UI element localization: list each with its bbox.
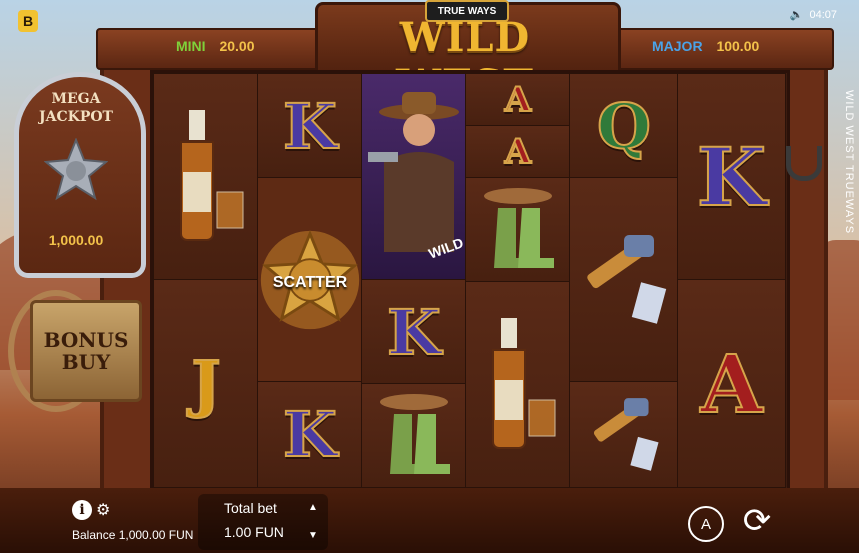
symbol-q: Q [569, 73, 679, 179]
major-value: 100.00 [716, 38, 760, 54]
letter-a: A [504, 79, 532, 121]
letter-q: Q [596, 89, 652, 164]
mini-value: 20.00 [219, 38, 255, 54]
symbol-whiskey [153, 73, 259, 281]
info-icon[interactable]: i [72, 500, 92, 520]
sheriff-star-icon [44, 138, 108, 201]
letter-k: K [282, 89, 338, 164]
letter-k: K [696, 129, 768, 225]
mega-jackpot-value: 1,000.00 [48, 232, 104, 248]
total-bet-value: 1.00 FUN [224, 524, 284, 540]
mini-label: MINI [176, 38, 206, 54]
speaker-icon[interactable]: 🔈 [790, 8, 804, 21]
symbol-k: K [257, 73, 363, 179]
letter-k: K [386, 295, 442, 370]
side-game-title: WILD WEST TRUEWAYS [843, 90, 855, 235]
symbol-k: K [677, 73, 786, 281]
symbol-revolver [569, 177, 679, 383]
symbol-a: A [677, 279, 786, 488]
symbol-j: J [153, 279, 259, 488]
whiskey-bottle-icon [180, 110, 244, 241]
symbol-wild-cowboy: WILD [361, 73, 467, 281]
bet-decrease-icon[interactable]: ▼ [308, 530, 318, 541]
bonus-buy-button[interactable]: BONUS BUY [30, 300, 142, 402]
horseshoe-icon [786, 146, 822, 181]
revolver-icon [587, 235, 667, 324]
bet-increase-icon[interactable]: ▲ [308, 502, 318, 513]
symbol-scatter: SCATTER [257, 177, 363, 383]
cowboy-boots-icon [484, 188, 554, 268]
letter-k: K [282, 397, 338, 472]
spin-button[interactable]: ⟳ [736, 500, 778, 542]
symbol-a: A [465, 125, 571, 179]
symbol-k: K [257, 381, 363, 488]
letter-a: A [504, 131, 532, 173]
letter-j: J [190, 346, 221, 421]
symbol-whiskey [465, 281, 571, 488]
scatter-label: SCATTER [272, 274, 348, 291]
balance-text: Balance 1,000.00 FUN [72, 528, 194, 542]
total-bet-label: Total bet [224, 500, 277, 516]
mega-jackpot-label: MEGA JACKPOT [39, 91, 113, 125]
major-label: MAJOR [652, 38, 703, 54]
whiskey-bottle-icon [492, 317, 556, 449]
symbol-k: K [361, 279, 467, 385]
symbol-a: A [465, 73, 571, 127]
status-bar: 🔈 04:07 [790, 8, 837, 22]
major-prize: MAJOR 100.00 [652, 38, 759, 54]
clock-time: 04:07 [809, 8, 837, 21]
mini-prize: MINI 20.00 [176, 38, 255, 54]
reel-grid: J K SCATTER K WILD K A A Q K A [150, 70, 790, 492]
bottom-control-bar [0, 488, 859, 553]
brand-logo: B [18, 10, 38, 32]
symbol-boots [465, 177, 571, 283]
gear-icon[interactable]: ⚙ [96, 500, 110, 520]
revolver-icon [593, 397, 659, 471]
autoplay-button[interactable]: A [688, 506, 724, 542]
cowboy-boots-icon [380, 393, 450, 474]
symbol-revolver [569, 381, 679, 488]
symbol-boots [361, 383, 467, 488]
letter-a: A [699, 336, 763, 432]
